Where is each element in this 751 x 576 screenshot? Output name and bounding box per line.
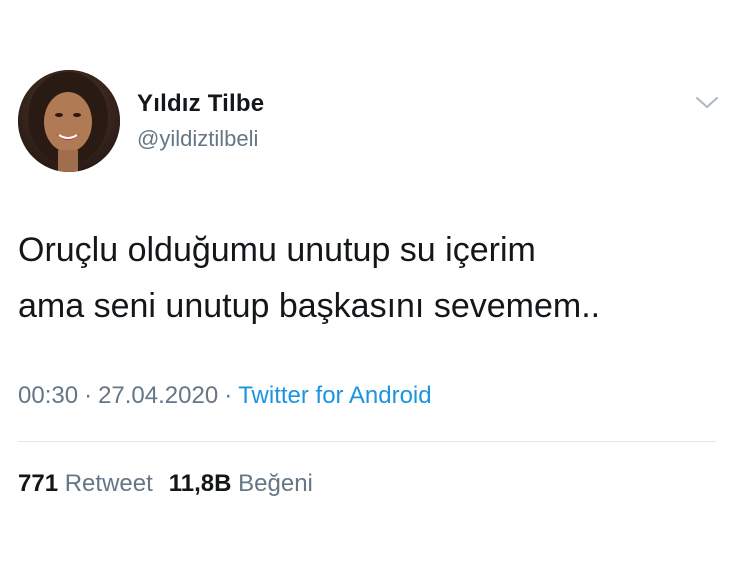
- tweet-stats: 771 Retweet 11,8B Beğeni: [18, 470, 313, 498]
- retweet-stat[interactable]: 771 Retweet: [18, 470, 153, 497]
- tweet-text-line: Oruçlu olduğumu unutup su içerim: [18, 231, 536, 269]
- tweet-time[interactable]: 00:30: [18, 382, 78, 409]
- profile-photo-icon: [18, 70, 120, 172]
- chevron-down-icon[interactable]: [694, 92, 720, 112]
- like-count: 11,8B: [168, 470, 232, 497]
- tweet-date[interactable]: 27.04.2020: [98, 382, 218, 409]
- tweet-text-line: ama seni unutup başkasını sevemem..: [18, 287, 601, 325]
- meta-separator: ·: [84, 382, 93, 409]
- like-label: Beğeni: [238, 470, 313, 497]
- tweet-source-link[interactable]: Twitter for Android: [238, 382, 431, 409]
- tweet-meta: 00:30 · 27.04.2020 · Twitter for Android: [18, 382, 432, 410]
- tweet-card: Yıldız Tilbe @yildiztilbeli Oruçlu olduğ…: [0, 0, 751, 576]
- tweet-text: Oruçlu olduğumu unutup su içerim ama sen…: [18, 222, 728, 334]
- display-name[interactable]: Yıldız Tilbe: [137, 90, 264, 118]
- retweet-label: Retweet: [64, 470, 153, 497]
- meta-separator: ·: [224, 382, 233, 409]
- retweet-count: 771: [18, 470, 59, 497]
- avatar[interactable]: [18, 70, 120, 172]
- divider: [18, 441, 716, 442]
- like-stat[interactable]: 11,8B Beğeni: [169, 470, 313, 497]
- user-handle[interactable]: @yildiztilbeli: [137, 126, 258, 152]
